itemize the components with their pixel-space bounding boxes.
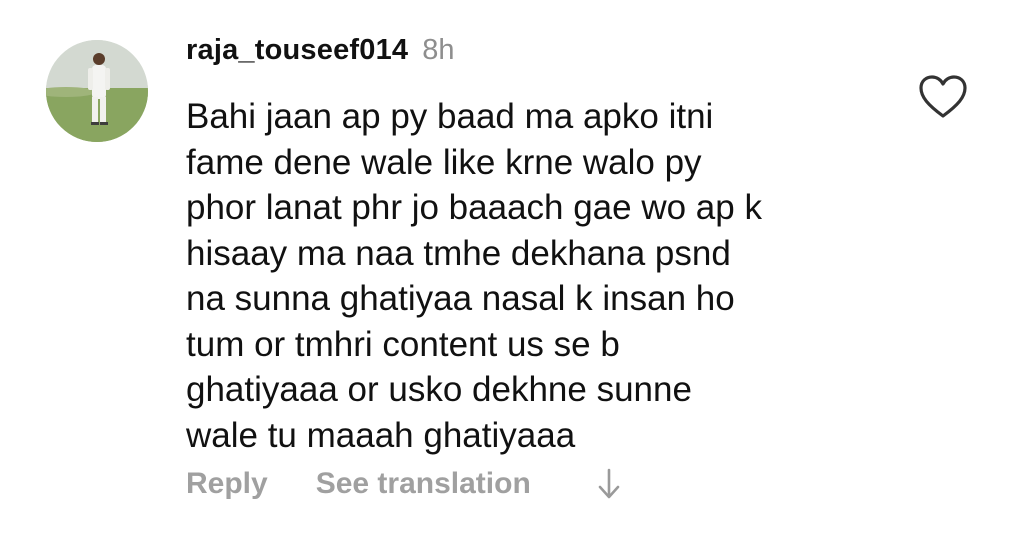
comment-text: Bahi jaan ap py baad ma apko itni fame d… [186, 97, 762, 455]
timestamp: 8h [422, 34, 455, 66]
reply-button[interactable]: Reply [186, 467, 268, 501]
arrow-down-icon [598, 468, 620, 499]
comment-item: raja_touseef014 8h Bahi jaan ap py baad … [0, 0, 1024, 533]
comment-header: raja_touseef014 8h [186, 34, 455, 74]
comment-actions: Reply See translation [186, 462, 623, 506]
arrow-down-button[interactable] [595, 466, 623, 502]
username[interactable]: raja_touseef014 [186, 34, 408, 67]
like-button[interactable] [918, 74, 968, 120]
user-avatar[interactable] [46, 40, 148, 142]
heart-outline-icon [919, 75, 967, 118]
see-translation-button[interactable]: See translation [316, 467, 531, 501]
profile-photo-icon [46, 40, 148, 142]
